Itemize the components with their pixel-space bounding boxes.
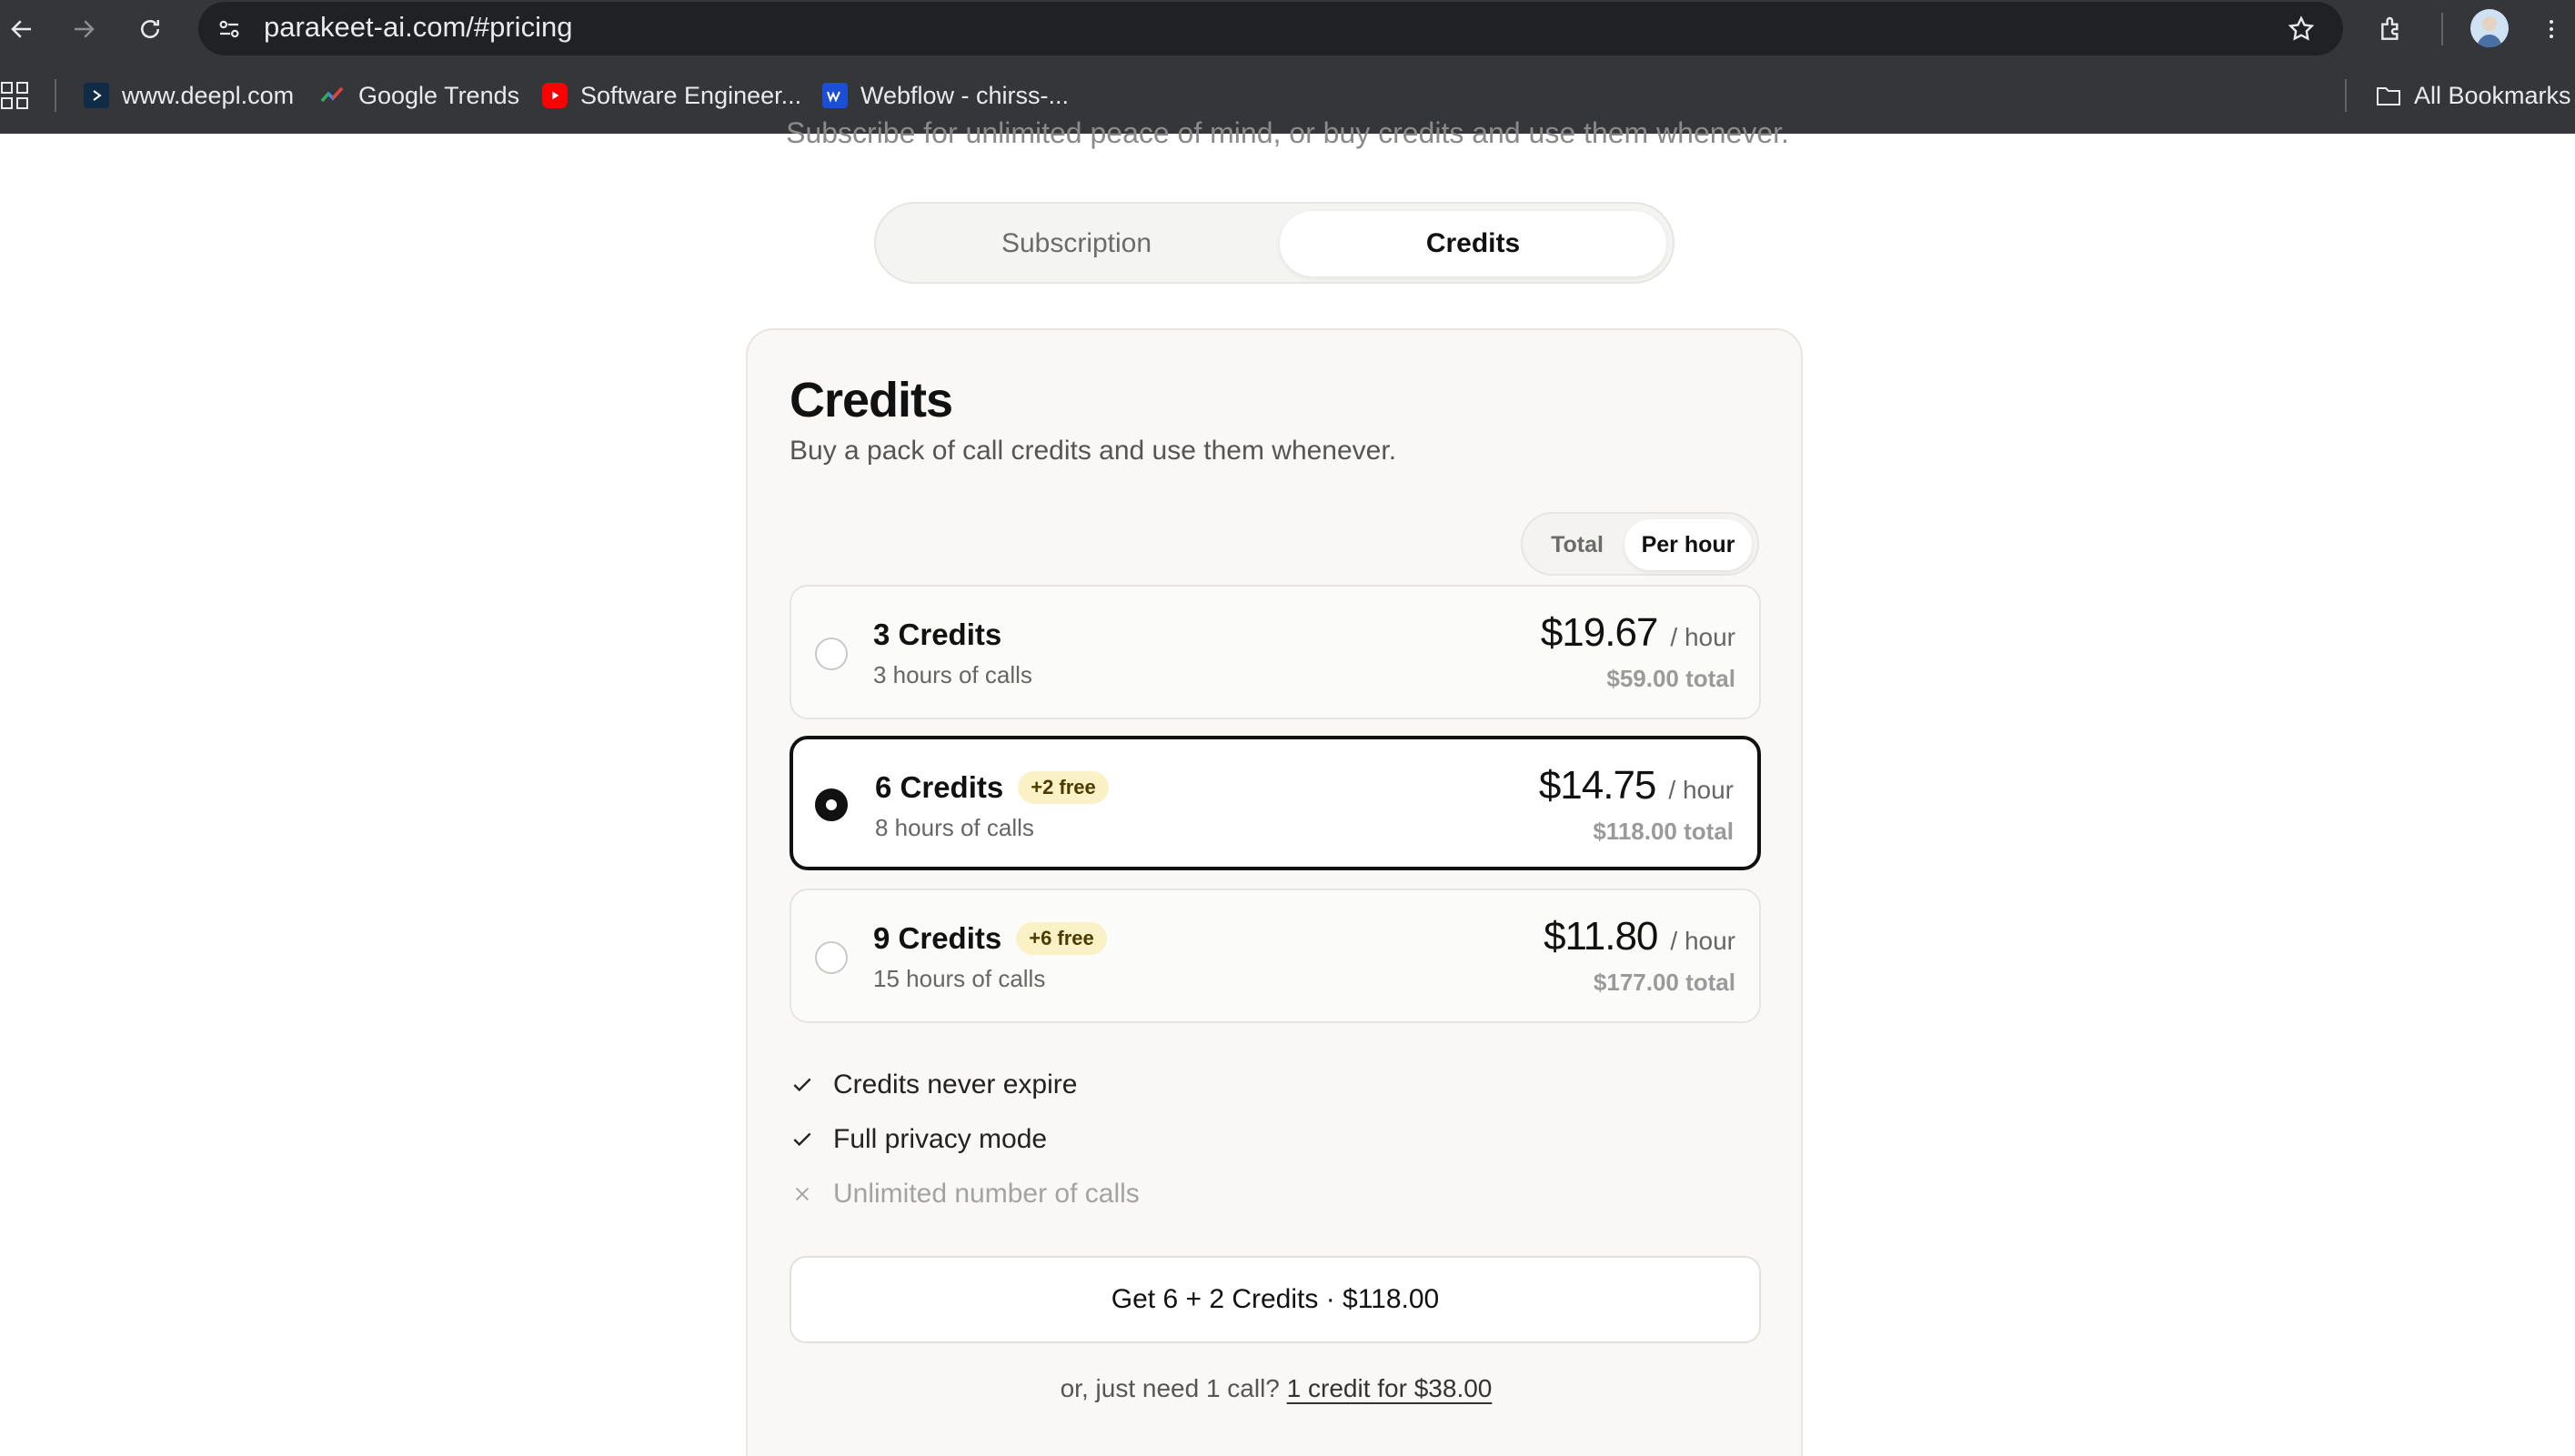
bookmark-star-icon[interactable]: [2281, 9, 2321, 49]
option-total: $118.00 total: [1593, 818, 1734, 845]
option-name-text: 3 Credits: [873, 618, 1002, 651]
price-display-toggle: Total Per hour: [1521, 512, 1759, 576]
footer-prefix: or, just need 1 call?: [1060, 1374, 1280, 1402]
bookmarks-divider: [2345, 79, 2347, 112]
toggle-total[interactable]: Total: [1532, 519, 1623, 570]
radio-button[interactable]: [815, 941, 848, 974]
feature-item: Full privacy mode: [790, 1120, 1047, 1160]
all-bookmarks[interactable]: All Bookmarks: [2376, 77, 2571, 114]
price-amount: $11.80: [1544, 914, 1658, 959]
bookmark-deepl[interactable]: www.deepl.com: [84, 77, 294, 114]
free-badge: +2 free: [1018, 771, 1109, 804]
site-info-icon[interactable]: [213, 13, 246, 45]
credit-option-9[interactable]: 9 Credits +6 free 15 hours of calls $11.…: [790, 889, 1761, 1023]
option-total: $177.00 total: [1593, 969, 1735, 996]
radio-button-selected[interactable]: [815, 788, 848, 821]
bookmark-webflow[interactable]: Webflow - chirss-...: [822, 77, 1069, 114]
credits-card: Credits Buy a pack of call credits and u…: [746, 328, 1803, 1456]
bookmark-label: www.deepl.com: [122, 81, 295, 109]
google-trends-icon: [320, 83, 346, 108]
x-icon: [790, 1181, 815, 1207]
tab-subscription[interactable]: Subscription: [883, 211, 1270, 276]
feature-label: Credits never expire: [833, 1069, 1078, 1100]
single-credit-line: or, just need 1 call? 1 credit for $38.0…: [748, 1374, 1805, 1403]
option-price: $11.80 / hour: [1544, 914, 1735, 959]
bookmark-label: Webflow - chirss-...: [860, 81, 1070, 109]
free-badge: +6 free: [1016, 922, 1107, 955]
apps-grid-icon[interactable]: [0, 81, 29, 110]
check-icon: [790, 1127, 815, 1152]
bookmark-google-trends[interactable]: Google Trends: [320, 77, 519, 114]
all-bookmarks-label: All Bookmarks: [2414, 81, 2571, 109]
section-subtitle: Subscribe for unlimited peace of mind, o…: [786, 116, 1789, 149]
price-amount: $14.75: [1538, 763, 1657, 808]
url-text[interactable]: parakeet-ai.com/#pricing: [264, 11, 572, 44]
bookmark-label: Google Trends: [358, 81, 520, 109]
buy-credits-button[interactable]: Get 6 + 2 Credits · $118.00: [790, 1256, 1761, 1343]
profile-avatar[interactable]: [2470, 9, 2509, 47]
option-name-text: 6 Credits: [875, 770, 1004, 804]
option-price: $14.75 / hour: [1539, 763, 1734, 808]
bookmarks-divider: [55, 79, 56, 112]
back-icon[interactable]: [0, 7, 44, 51]
credit-option-3[interactable]: 3 Credits 3 hours of calls $19.67 / hour…: [790, 585, 1761, 719]
option-name-text: 9 Credits: [873, 921, 1002, 955]
toolbar-divider: [2441, 13, 2443, 45]
price-amount: $19.67: [1540, 610, 1659, 655]
webflow-icon: [822, 83, 848, 108]
menu-kebab-icon[interactable]: [2538, 9, 2565, 49]
radio-button[interactable]: [815, 638, 848, 670]
deepl-icon: [84, 83, 109, 108]
option-description: 8 hours of calls: [875, 814, 1034, 841]
extensions-icon[interactable]: [2372, 9, 2412, 49]
option-name: 6 Credits +2 free: [875, 770, 1109, 805]
plan-type-toggle: Subscription Credits: [874, 202, 1675, 284]
feature-item: Credits never expire: [790, 1065, 1077, 1105]
option-description: 15 hours of calls: [873, 965, 1046, 992]
bookmark-youtube[interactable]: Software Engineer...: [542, 77, 801, 114]
price-unit: / hour: [1670, 927, 1735, 955]
card-subtitle: Buy a pack of call credits and use them …: [790, 436, 1397, 466]
forward-icon[interactable]: [62, 7, 106, 51]
folder-icon: [2376, 83, 2401, 108]
feature-label: Unlimited number of calls: [833, 1179, 1140, 1209]
toggle-per-hour[interactable]: Per hour: [1624, 519, 1752, 570]
browser-toolbar: parakeet-ai.com/#pricing: [0, 0, 2575, 57]
bookmark-label: Software Engineer...: [580, 81, 802, 109]
credit-option-6[interactable]: 6 Credits +2 free 8 hours of calls $14.7…: [790, 736, 1761, 870]
feature-item-excluded: Unlimited number of calls: [790, 1174, 1140, 1214]
price-unit: / hour: [1668, 776, 1734, 804]
option-name: 3 Credits: [873, 618, 1001, 652]
reload-icon[interactable]: [128, 7, 172, 51]
youtube-icon: [542, 83, 568, 108]
option-price: $19.67 / hour: [1541, 610, 1735, 656]
tab-credits[interactable]: Credits: [1280, 211, 1666, 276]
price-unit: / hour: [1670, 623, 1735, 651]
check-icon: [790, 1072, 815, 1098]
single-credit-link[interactable]: 1 credit for $38.00: [1287, 1374, 1493, 1402]
feature-label: Full privacy mode: [833, 1124, 1048, 1154]
option-total: $59.00 total: [1606, 665, 1735, 692]
option-description: 3 hours of calls: [873, 661, 1032, 688]
card-title: Credits: [790, 373, 953, 427]
option-name: 9 Credits +6 free: [873, 921, 1107, 956]
